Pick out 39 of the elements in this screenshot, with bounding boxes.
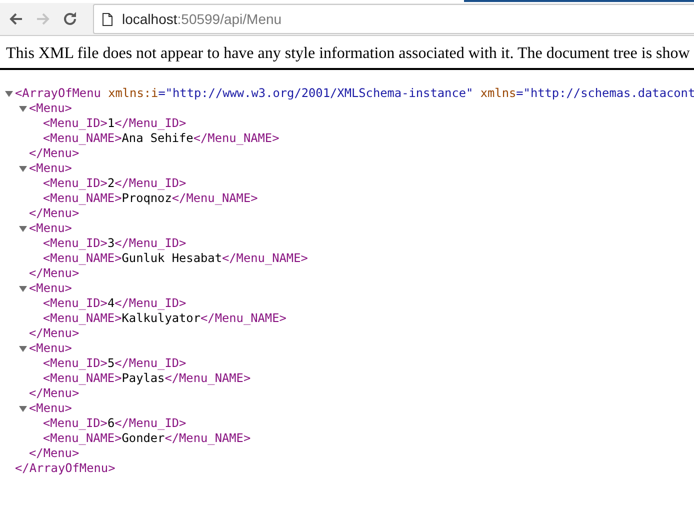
- xml-line: <Menu>: [29, 341, 72, 356]
- triangle-icon[interactable]: [19, 404, 27, 412]
- xml-line: <Menu>: [29, 101, 72, 116]
- xml-line: </ArrayOfMenu>: [15, 461, 116, 476]
- back-icon[interactable]: [8, 11, 24, 27]
- xml-line: <Menu>: [29, 161, 72, 176]
- xml-line: <Menu_ID>2</Menu_ID>: [43, 176, 186, 191]
- notice-text: This XML file does not appear to have any style information associated with it. The document tree is show: [0, 36, 694, 70]
- triangle-icon[interactable]: [19, 104, 27, 112]
- reload-icon[interactable]: [62, 11, 78, 27]
- url-text: localhost:50599/api/Menu: [122, 11, 282, 27]
- triangle-icon[interactable]: [19, 224, 27, 232]
- xml-line: <Menu_NAME>Gonder</Menu_NAME>: [43, 431, 251, 446]
- xml-line: <Menu>: [29, 281, 72, 296]
- xml-line: <Menu>: [29, 401, 72, 416]
- xml-line: </Menu>: [29, 326, 80, 341]
- triangle-icon[interactable]: [19, 284, 27, 292]
- xml-line: </Menu>: [29, 146, 80, 161]
- xml-line: <Menu_ID>1</Menu_ID>: [43, 116, 186, 131]
- xml-line: <Menu>: [29, 221, 72, 236]
- xml-line: </Menu>: [29, 386, 80, 401]
- address-bar[interactable]: localhost:50599/api/Menu: [93, 4, 694, 34]
- xml-line: </Menu>: [29, 206, 80, 221]
- xml-line: <Menu_NAME>Proqnoz</Menu_NAME>: [43, 191, 258, 206]
- xml-line: <Menu_ID>6</Menu_ID>: [43, 416, 186, 431]
- xml-line: <Menu_ID>4</Menu_ID>: [43, 296, 186, 311]
- xml-line: <Menu_NAME>Paylas</Menu_NAME>: [43, 371, 251, 386]
- xml-line: <Menu_ID>3</Menu_ID>: [43, 236, 186, 251]
- page-icon: [102, 12, 113, 26]
- xml-line: <Menu_NAME>Ana Sehife</Menu_NAME>: [43, 131, 280, 146]
- triangle-icon[interactable]: [19, 344, 27, 352]
- xml-line: <Menu_ID>5</Menu_ID>: [43, 356, 186, 371]
- xml-line: </Menu>: [29, 446, 80, 461]
- xml-line: </Menu>: [29, 266, 80, 281]
- triangle-icon[interactable]: [19, 164, 27, 172]
- triangle-icon[interactable]: [5, 90, 13, 98]
- xml-line: <Menu_NAME>Kalkulyator</Menu_NAME>: [43, 311, 286, 326]
- xml-line: <Menu_NAME>Gunluk Hesabat</Menu_NAME>: [43, 251, 308, 266]
- xml-line: <ArrayOfMenu xmlns:i="http://www.w3.org/2001/XMLSchema-instance" xmlns="http://schemas.datacont: [15, 86, 694, 101]
